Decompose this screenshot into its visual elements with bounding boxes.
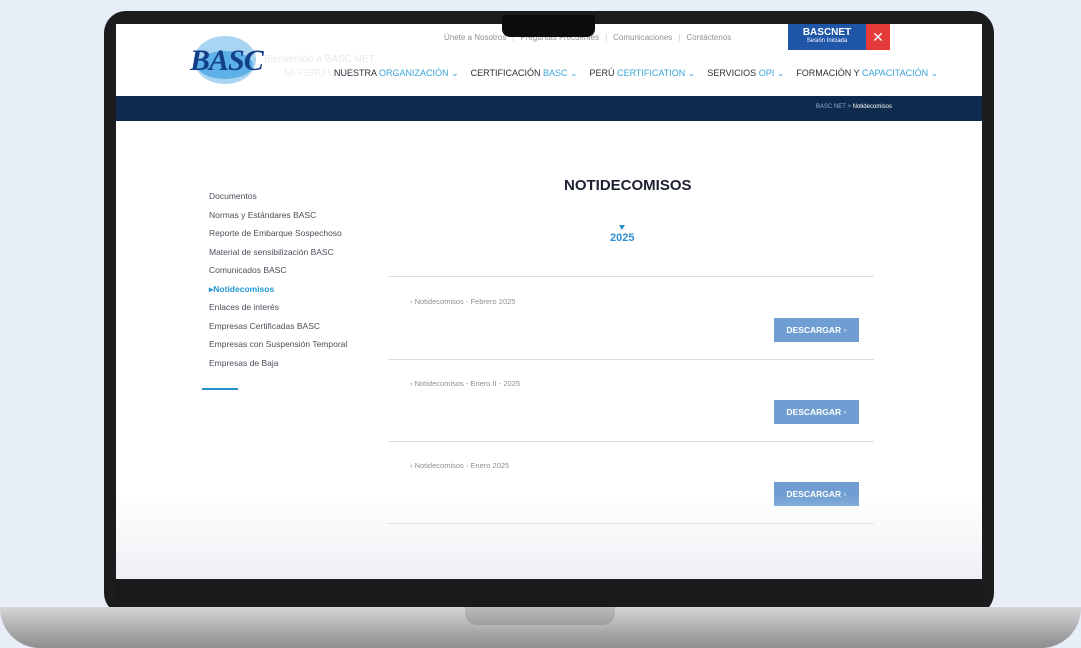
sidebar-item-suspension[interactable]: Empresas con Suspensión Temporal	[209, 339, 347, 358]
page-title: NOTIDECOMISOS	[564, 177, 692, 194]
nav-label: PERÚ	[589, 68, 615, 78]
sidebar-accent-bar	[202, 388, 238, 390]
file-icon: ▫	[843, 325, 847, 335]
chevron-down-icon: ⌄	[687, 68, 696, 78]
sidebar-item-comunicados[interactable]: Comunicados BASC	[209, 265, 347, 284]
separator: |	[605, 33, 608, 42]
document-item[interactable]: › Notidecomisos - Enero 2025	[410, 461, 509, 470]
chevron-down-icon: ⌄	[776, 68, 785, 78]
divider	[388, 441, 874, 442]
bottom-fade	[116, 494, 982, 579]
separator: |	[678, 33, 681, 42]
nav-label: NUESTRA	[334, 68, 377, 78]
sidebar-item-material[interactable]: Material de sensibilización BASC	[209, 247, 347, 266]
bascnet-session: Sesión Iniciada	[806, 38, 848, 44]
download-label: DESCARGAR	[786, 325, 842, 335]
document-title: Notidecomisos - Febrero 2025	[414, 297, 516, 306]
logout-close-button[interactable]: ✕	[866, 24, 890, 50]
document-item[interactable]: › Notidecomisos - Febrero 2025	[410, 297, 515, 306]
breadcrumb-root[interactable]: BASC NET	[816, 104, 846, 110]
nav-label: CERTIFICACIÓN	[470, 68, 541, 78]
nav-formacion[interactable]: FORMACIÓN Y CAPACITACIÓN ⌄	[796, 68, 938, 79]
chevron-down-icon: ⌄	[930, 68, 939, 78]
nav-organizacion[interactable]: NUESTRA ORGANIZACIÓN ⌄	[334, 68, 459, 79]
nav-label: SERVICIOS	[707, 68, 757, 78]
sidebar-item-certificadas[interactable]: Empresas Certificadas BASC	[209, 321, 347, 340]
sidebar-item-enlaces[interactable]: Enlaces de interés	[209, 302, 347, 321]
sidebar-item-notidecomisos[interactable]: ▸Notidecomisos	[209, 284, 347, 303]
nav-accent: BASC	[542, 68, 568, 78]
nav-accent: CAPACITACIÓN	[861, 68, 929, 78]
document-title: Notidecomisos - Enero II - 2025	[414, 379, 521, 388]
year-tab[interactable]: 2025	[610, 232, 634, 244]
nav-accent: ORGANIZACIÓN	[379, 68, 449, 78]
breadcrumb-current: Notidecomisos	[852, 104, 892, 110]
download-button[interactable]: DESCARGAR ▫	[774, 318, 859, 342]
divider	[388, 359, 874, 360]
chevron-down-icon: ⌄	[570, 68, 578, 78]
top-link-contact[interactable]: Contáctenos	[686, 33, 731, 42]
download-label: DESCARGAR	[786, 407, 842, 417]
breadcrumb-bar: BASC NET > Notidecomisos	[116, 96, 982, 121]
divider	[388, 276, 874, 277]
logo-text: BASC	[190, 44, 264, 77]
file-icon: ▫	[843, 407, 847, 417]
bascnet-button[interactable]: BASCNET Sesión Iniciada	[788, 24, 866, 50]
sidebar-menu: Documentos Normas y Estándares BASC Repo…	[202, 191, 347, 390]
nav-accent: OPI	[758, 68, 775, 78]
sidebar-item-documentos[interactable]: Documentos	[209, 191, 347, 210]
document-item[interactable]: › Notidecomisos - Enero II - 2025	[410, 379, 520, 388]
welcome-text: Bienvenido a BASC NET	[264, 54, 375, 65]
top-link-communications[interactable]: Comunicaciones	[613, 33, 672, 42]
chevron-down-icon: ⌄	[451, 68, 459, 78]
year-indicator-icon	[619, 225, 625, 230]
sidebar-item-label: Notidecomisos	[213, 283, 275, 294]
laptop-opening-notch	[465, 607, 615, 625]
nav-certificacion[interactable]: CERTIFICACIÓN BASC ⌄	[471, 68, 578, 79]
basc-logo[interactable]: BASC	[190, 32, 264, 90]
sidebar-item-normas[interactable]: Normas y Estándares BASC	[209, 210, 347, 229]
main-navigation: NUESTRA ORGANIZACIÓN ⌄ CERTIFICACIÓN BAS…	[334, 68, 938, 79]
document-title: Notidecomisos - Enero 2025	[414, 461, 510, 470]
nav-label: FORMACIÓN Y	[796, 68, 860, 78]
sidebar-item-reporte[interactable]: Reporte de Embarque Sospechoso	[209, 228, 347, 247]
download-button[interactable]: DESCARGAR ▫	[774, 400, 859, 424]
camera-notch	[502, 15, 595, 37]
sidebar-item-baja[interactable]: Empresas de Baja	[209, 358, 347, 377]
breadcrumb: BASC NET > Notidecomisos	[816, 104, 892, 110]
nav-servicios[interactable]: SERVICIOS OPI ⌄	[707, 68, 784, 79]
top-link-join[interactable]: Únete a Nosotros	[444, 33, 506, 42]
browser-screen: BASC Bienvenido a BASC NET Mi PERU USA Ú…	[116, 24, 982, 579]
bascnet-title: BASCNET	[802, 27, 852, 38]
breadcrumb-separator: >	[847, 104, 851, 110]
nav-peru-certification[interactable]: PERÚ CERTIFICATION ⌄	[590, 68, 696, 79]
nav-accent: CERTIFICATION	[617, 68, 686, 78]
